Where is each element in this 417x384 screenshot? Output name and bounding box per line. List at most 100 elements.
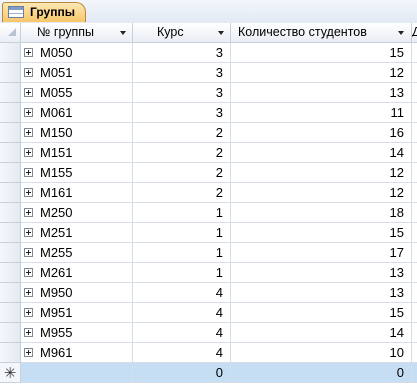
cell-extra[interactable]	[412, 323, 417, 343]
cell-course[interactable]: 3	[133, 63, 231, 83]
cell-course[interactable]: 3	[133, 83, 231, 103]
column-header-course[interactable]: Курс	[133, 23, 231, 43]
cell-group[interactable]	[21, 363, 133, 383]
record-selector[interactable]	[0, 103, 21, 123]
new-record-asterisk-icon[interactable]: ✳	[0, 363, 21, 383]
record-selector[interactable]	[0, 123, 21, 143]
cell-group[interactable]: M261	[21, 263, 133, 283]
cell-group[interactable]: M951	[21, 303, 133, 323]
table-row[interactable]: M250 1 18	[0, 203, 417, 223]
cell-extra[interactable]	[412, 143, 417, 163]
cell-group[interactable]: M161	[21, 183, 133, 203]
table-row[interactable]: M050 3 15	[0, 43, 417, 63]
cell-group[interactable]: M055	[21, 83, 133, 103]
record-selector[interactable]	[0, 143, 21, 163]
cell-count[interactable]: 13	[231, 283, 412, 303]
cell-extra[interactable]	[412, 303, 417, 323]
column-header-count[interactable]: Количество студентов	[231, 23, 412, 43]
table-row[interactable]: M155 2 12	[0, 163, 417, 183]
cell-extra[interactable]	[412, 103, 417, 123]
table-row[interactable]: M261 1 13	[0, 263, 417, 283]
cell-course[interactable]: 4	[133, 283, 231, 303]
record-selector[interactable]	[0, 243, 21, 263]
cell-extra[interactable]	[412, 83, 417, 103]
cell-count[interactable]: 16	[231, 123, 412, 143]
cell-course[interactable]: 2	[133, 143, 231, 163]
cell-extra[interactable]	[412, 203, 417, 223]
cell-extra[interactable]	[412, 123, 417, 143]
cell-count[interactable]: 10	[231, 343, 412, 363]
table-row[interactable]: M950 4 13	[0, 283, 417, 303]
cell-group[interactable]: M255	[21, 243, 133, 263]
record-selector[interactable]	[0, 163, 21, 183]
record-selector[interactable]	[0, 203, 21, 223]
cell-course[interactable]: 4	[133, 343, 231, 363]
record-selector[interactable]	[0, 323, 21, 343]
record-selector[interactable]	[0, 63, 21, 83]
table-row[interactable]: M961 4 10	[0, 343, 417, 363]
table-row[interactable]: M161 2 12	[0, 183, 417, 203]
cell-group[interactable]: M251	[21, 223, 133, 243]
record-selector[interactable]	[0, 183, 21, 203]
tab-groups[interactable]: Группы	[2, 2, 86, 22]
table-row[interactable]: M150 2 16	[0, 123, 417, 143]
table-row[interactable]: M061 3 11	[0, 103, 417, 123]
cell-count[interactable]: 13	[231, 83, 412, 103]
cell-course[interactable]: 2	[133, 123, 231, 143]
cell-count[interactable]: 18	[231, 203, 412, 223]
table-row[interactable]: M051 3 12	[0, 63, 417, 83]
cell-group[interactable]: M250	[21, 203, 133, 223]
record-selector[interactable]	[0, 283, 21, 303]
cell-count[interactable]: 0	[231, 363, 412, 383]
new-record-row[interactable]: ✳ 0 0	[0, 363, 417, 383]
cell-count[interactable]: 12	[231, 63, 412, 83]
cell-group[interactable]: M051	[21, 63, 133, 83]
cell-course[interactable]: 3	[133, 103, 231, 123]
cell-extra[interactable]	[412, 243, 417, 263]
column-header-group[interactable]: № группы	[21, 23, 133, 43]
cell-extra[interactable]	[412, 63, 417, 83]
table-row[interactable]: M955 4 14	[0, 323, 417, 343]
cell-course[interactable]: 0	[133, 363, 231, 383]
cell-group[interactable]: M050	[21, 43, 133, 63]
cell-count[interactable]: 11	[231, 103, 412, 123]
table-row[interactable]: M055 3 13	[0, 83, 417, 103]
cell-extra[interactable]	[412, 43, 417, 63]
cell-course[interactable]: 1	[133, 243, 231, 263]
cell-extra[interactable]	[412, 263, 417, 283]
cell-course[interactable]: 1	[133, 203, 231, 223]
filter-dropdown-icon[interactable]	[218, 31, 224, 35]
record-selector[interactable]	[0, 223, 21, 243]
cell-group[interactable]: M950	[21, 283, 133, 303]
cell-count[interactable]: 12	[231, 183, 412, 203]
cell-extra[interactable]	[412, 343, 417, 363]
cell-group[interactable]: M155	[21, 163, 133, 183]
cell-extra[interactable]	[412, 183, 417, 203]
cell-group[interactable]: M150	[21, 123, 133, 143]
cell-course[interactable]: 3	[133, 43, 231, 63]
record-selector[interactable]	[0, 303, 21, 323]
cell-course[interactable]: 1	[133, 223, 231, 243]
filter-dropdown-icon[interactable]	[120, 31, 126, 35]
cell-group[interactable]: M151	[21, 143, 133, 163]
cell-group[interactable]: M961	[21, 343, 133, 363]
cell-count[interactable]: 17	[231, 243, 412, 263]
cell-count[interactable]: 15	[231, 303, 412, 323]
cell-course[interactable]: 1	[133, 263, 231, 283]
cell-count[interactable]: 13	[231, 263, 412, 283]
cell-group[interactable]: M955	[21, 323, 133, 343]
cell-extra[interactable]	[412, 363, 417, 383]
table-row[interactable]: M251 1 15	[0, 223, 417, 243]
record-selector[interactable]	[0, 83, 21, 103]
record-selector[interactable]	[0, 343, 21, 363]
cell-extra[interactable]	[412, 163, 417, 183]
record-selector[interactable]	[0, 43, 21, 63]
cell-group[interactable]: M061	[21, 103, 133, 123]
table-row[interactable]: M951 4 15	[0, 303, 417, 323]
record-selector[interactable]	[0, 263, 21, 283]
cell-course[interactable]: 4	[133, 303, 231, 323]
cell-course[interactable]: 4	[133, 323, 231, 343]
select-all-corner[interactable]	[0, 23, 21, 43]
cell-count[interactable]: 15	[231, 43, 412, 63]
table-row[interactable]: M255 1 17	[0, 243, 417, 263]
